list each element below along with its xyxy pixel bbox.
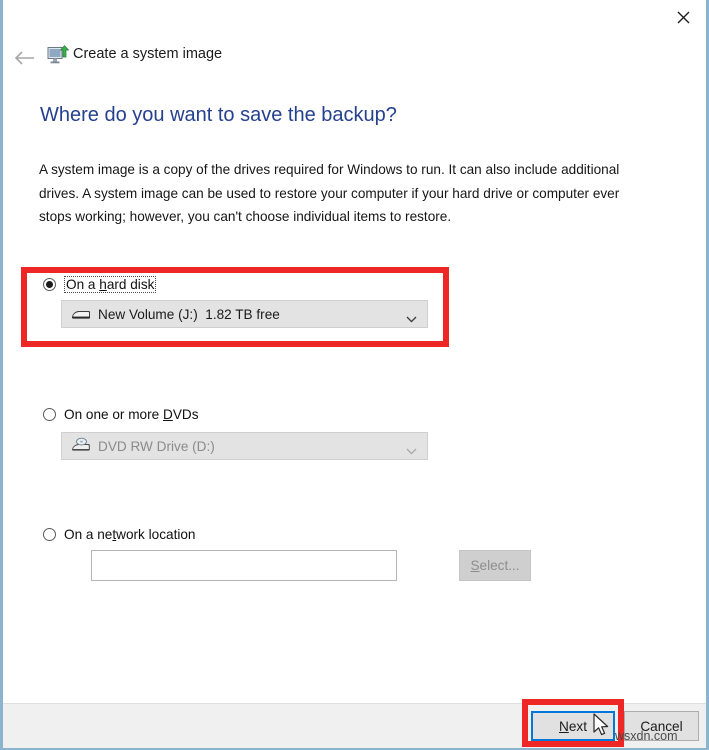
radio-label-network: On a network location — [64, 527, 196, 542]
back-arrow-icon[interactable] — [11, 44, 39, 72]
watermark: wsxdn.com — [615, 729, 678, 743]
hard-disk-combobox-value: New Volume (J:) 1.82 TB free — [98, 306, 280, 322]
app-title: Create a system image — [73, 46, 223, 62]
dvd-drive-icon — [70, 437, 92, 455]
radio-label-dvds: On one or more DVDs — [64, 407, 199, 422]
chevron-down-icon — [406, 443, 417, 458]
system-image-icon — [47, 45, 70, 67]
radio-on-one-or-more-dvds[interactable]: On one or more DVDs — [43, 407, 199, 422]
title-bar — [3, 0, 706, 36]
select-button-label: Select... — [470, 558, 520, 573]
radio-on-a-network-location[interactable]: On a network location — [43, 527, 196, 542]
radio-label-hard-disk: On a hard disk — [64, 276, 157, 293]
radio-on-a-hard-disk[interactable]: On a hard disk — [43, 276, 157, 293]
radio-indicator-dvds — [43, 408, 56, 421]
page-title: Where do you want to save the backup? — [40, 104, 397, 126]
navigation-row: Create a system image — [3, 40, 706, 76]
page-description: A system image is a copy of the drives r… — [39, 162, 620, 224]
select-button[interactable]: Select... — [459, 550, 531, 581]
radio-indicator-network — [43, 528, 56, 541]
dialog-footer: Next Cancel — [3, 703, 706, 748]
dvd-combobox-value: DVD RW Drive (D:) — [98, 438, 215, 454]
dvd-combobox[interactable]: DVD RW Drive (D:) — [61, 432, 428, 460]
hard-disk-icon — [70, 305, 92, 323]
next-button[interactable]: Next — [531, 711, 615, 741]
hard-disk-combobox[interactable]: New Volume (J:) 1.82 TB free — [61, 300, 428, 328]
chevron-down-icon — [406, 311, 417, 326]
next-button-label: Next — [559, 718, 587, 734]
create-system-image-dialog: Create a system image Where do you want … — [0, 0, 709, 750]
close-icon[interactable] — [660, 0, 706, 34]
network-location-input[interactable] — [91, 550, 397, 581]
radio-indicator-hard-disk — [43, 278, 56, 291]
